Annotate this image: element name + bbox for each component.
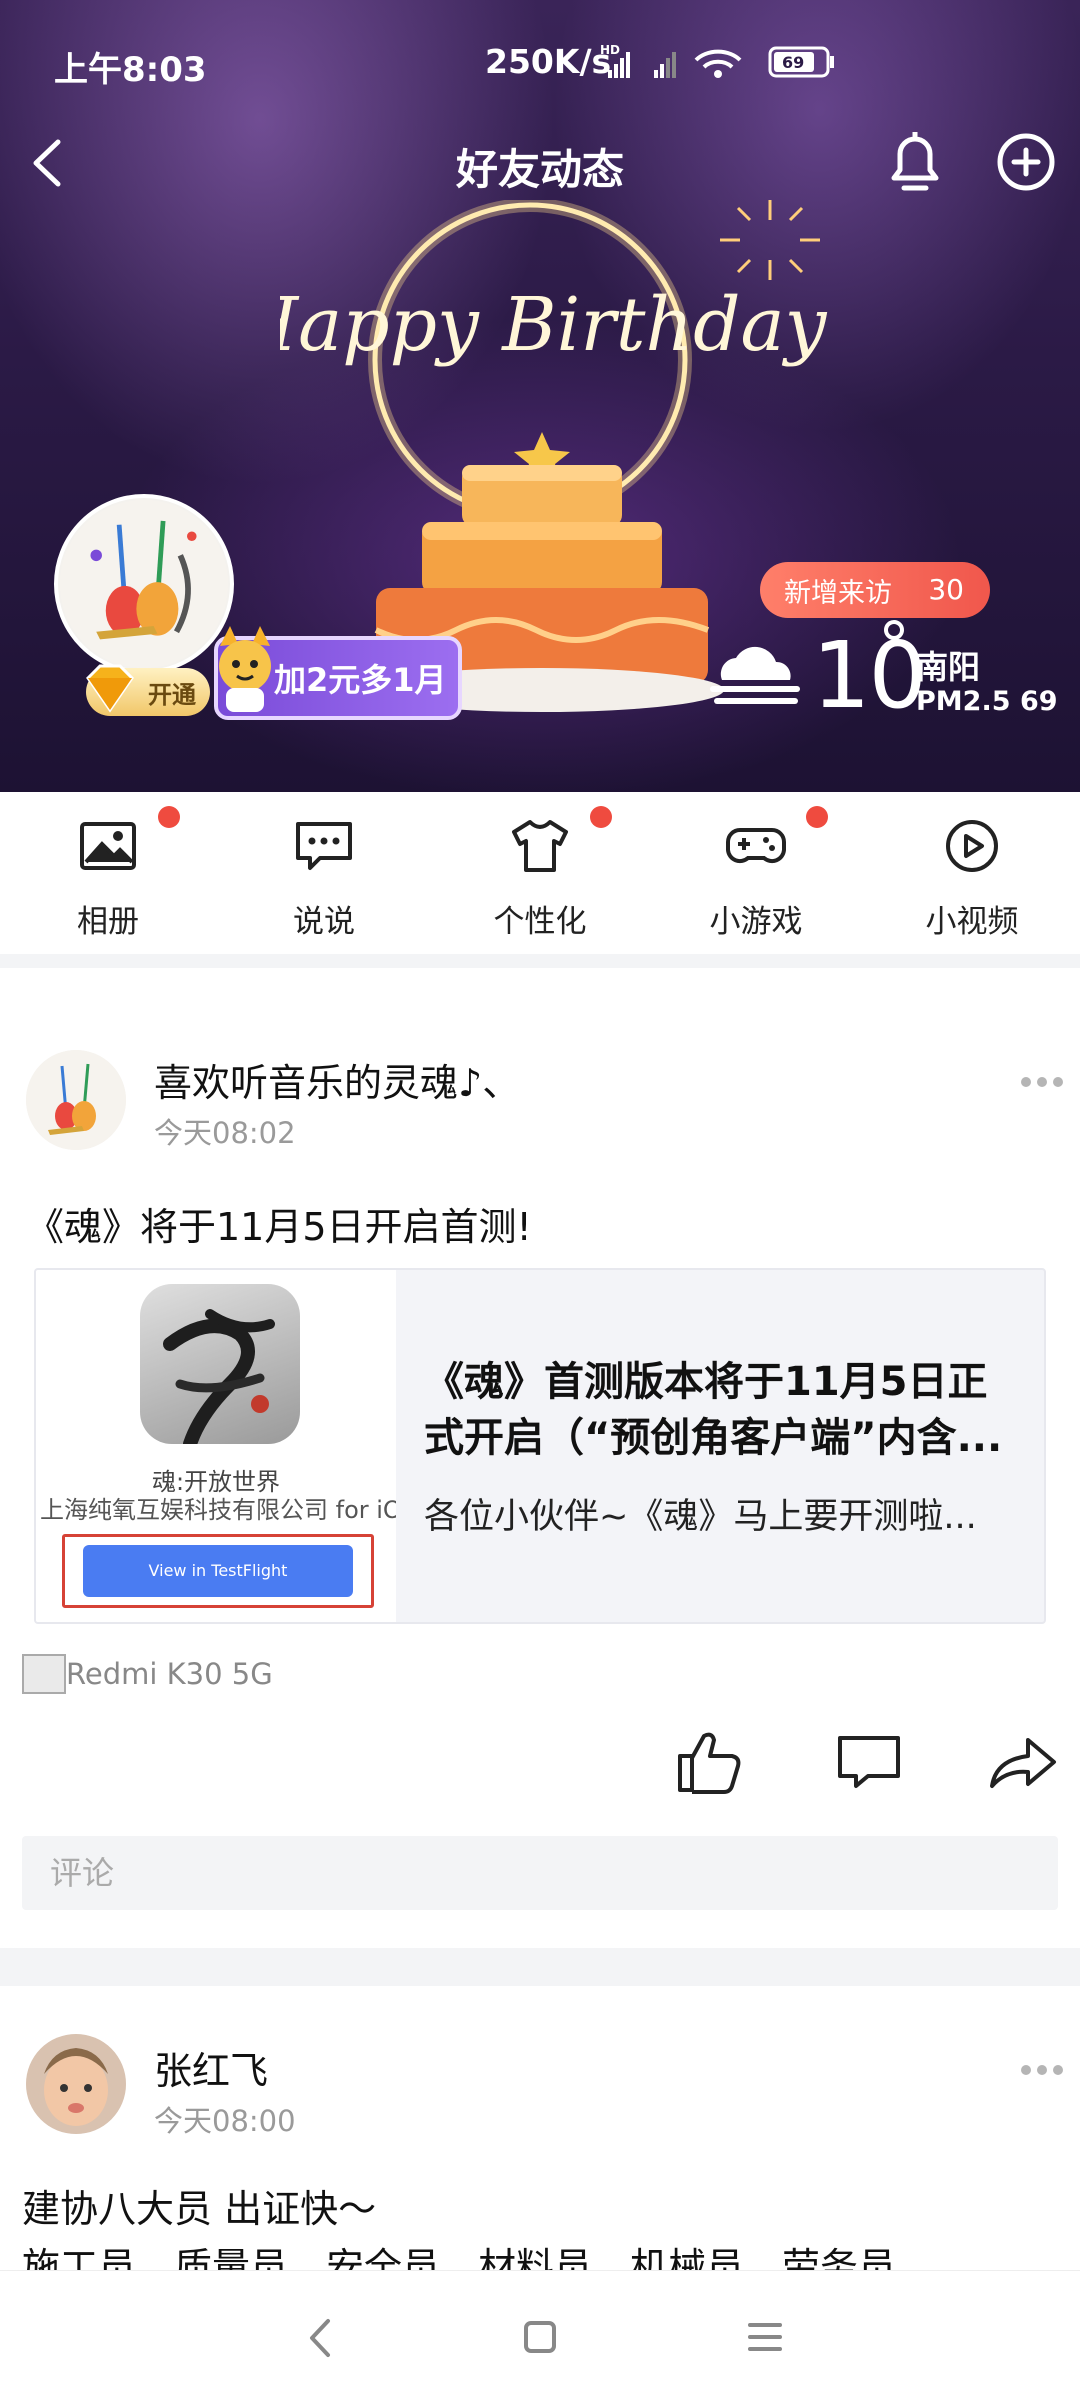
chat-bubble-icon bbox=[296, 822, 352, 870]
add-icon[interactable] bbox=[990, 126, 1062, 198]
quick-nav-games-label: 小游戏 bbox=[709, 904, 803, 940]
quick-nav-personalize[interactable]: 个性化 bbox=[432, 792, 648, 954]
highlight-frame: View in TestFlight bbox=[62, 1534, 374, 1608]
photo-icon bbox=[80, 822, 136, 870]
app-icon bbox=[140, 1284, 300, 1444]
page-title: 好友动态 bbox=[455, 145, 624, 194]
quick-nav-videos[interactable]: 小视频 bbox=[864, 792, 1080, 954]
status-time: 上午8:03 bbox=[54, 50, 207, 90]
quick-nav-videos-label: 小视频 bbox=[925, 904, 1019, 940]
bell-icon[interactable] bbox=[880, 124, 950, 200]
battery-level: 69 bbox=[782, 53, 804, 72]
quick-nav-album-label: 相册 bbox=[77, 904, 139, 940]
weather-temperature: 10 bbox=[812, 622, 927, 729]
like-icon[interactable] bbox=[676, 1728, 744, 1794]
music-instruments-icon bbox=[59, 499, 229, 669]
quick-nav-personalize-label: 个性化 bbox=[493, 904, 587, 940]
status-bar: 上午8:03 250K/s HD 69 bbox=[0, 0, 1080, 120]
quick-nav: 相册 说说 个性化 小游戏 小视频 bbox=[0, 792, 1080, 954]
more-icon[interactable] bbox=[1020, 1072, 1064, 1092]
post-author[interactable]: 张红飞 bbox=[154, 2040, 268, 2095]
quick-nav-games[interactable]: 小游戏 bbox=[648, 792, 864, 954]
device-image-icon bbox=[22, 1654, 66, 1694]
profile-avatar[interactable] bbox=[54, 494, 234, 674]
device-label: Redmi K30 5G bbox=[66, 1657, 273, 1691]
app-company: 上海纯氧互娱科技有限公司 for iOS bbox=[40, 1496, 396, 1524]
feed-post: 张红飞 今天08:00 建协八大员 出证快～ 施工员、质量员、安全员、材料员、机… bbox=[0, 1986, 1080, 2270]
section-divider bbox=[0, 1948, 1080, 1986]
section-divider bbox=[0, 954, 1080, 968]
weather-aqi: 69 bbox=[1020, 686, 1058, 717]
comment-input[interactable]: 评论 bbox=[22, 1836, 1058, 1910]
back-icon[interactable] bbox=[18, 128, 78, 198]
cloud-weather-icon bbox=[710, 646, 800, 704]
baby-photo-icon bbox=[26, 2034, 126, 2134]
post-time: 今天08:00 bbox=[154, 2104, 296, 2138]
promo-label: 加2元多1月 bbox=[274, 661, 447, 699]
mascot-icon bbox=[219, 626, 271, 712]
svg-text:HD: HD bbox=[600, 43, 620, 57]
birthday-text: Happy Birthday bbox=[280, 282, 828, 368]
album-badge bbox=[158, 806, 180, 828]
shared-link-description: 各位小伙伴~《魂》马上要开测啦... bbox=[424, 1497, 977, 1537]
shared-link-title-line2: 式开启（“预创角客户端”内含... bbox=[424, 1415, 1003, 1461]
post-text-line1: 建协八大员 出证快～ bbox=[22, 2187, 377, 2231]
more-icon[interactable] bbox=[1020, 2060, 1064, 2080]
shared-link-thumbnail: 魂:开放世界 上海纯氧互娱科技有限公司 for iOS View in Test… bbox=[36, 1270, 396, 1622]
visitors-count: 30 bbox=[928, 573, 964, 606]
device-info: Redmi K30 5G bbox=[22, 1652, 273, 1696]
post-time: 今天08:02 bbox=[154, 1116, 296, 1150]
quick-nav-album[interactable]: 相册 bbox=[0, 792, 216, 954]
post-text-line2: 施工员、质量员、安全员、材料员、机械员、劳务员、 bbox=[22, 2245, 935, 2270]
system-menu-icon[interactable] bbox=[746, 2319, 784, 2355]
header-banner: 上午8:03 250K/s HD 69 好友动态 Happy Birthday … bbox=[0, 0, 1080, 792]
comment-icon[interactable] bbox=[836, 1734, 902, 1790]
post-avatar[interactable] bbox=[26, 2034, 126, 2134]
gamepad-icon bbox=[726, 828, 786, 864]
network-speed: 250K/s bbox=[485, 42, 612, 81]
vip-label: 开通 bbox=[148, 680, 196, 709]
shared-link-title: 《魂》首测版本将于11月5日正 式开启（“预创角客户端”内含... bbox=[424, 1354, 1024, 1466]
shared-link-card[interactable]: 魂:开放世界 上海纯氧互娱科技有限公司 for iOS View in Test… bbox=[34, 1268, 1046, 1624]
music-instruments-icon bbox=[26, 1050, 126, 1150]
visitors-label: 新增来访 bbox=[784, 577, 892, 609]
post-text: 《魂》将于11月5日开启首测! bbox=[26, 1205, 532, 1249]
quick-nav-shuoshuo-label: 说说 bbox=[293, 904, 355, 940]
system-navigation-bar bbox=[0, 2270, 1080, 2400]
personalize-badge bbox=[590, 806, 612, 828]
play-circle-icon bbox=[946, 820, 998, 872]
testflight-button: View in TestFlight bbox=[83, 1545, 353, 1597]
share-icon[interactable] bbox=[988, 1736, 1058, 1790]
tshirt-icon bbox=[512, 820, 568, 872]
post-avatar[interactable] bbox=[26, 1050, 126, 1150]
status-icons: HD 69 bbox=[600, 43, 834, 78]
shared-link-title-line1: 《魂》首测版本将于11月5日正 bbox=[424, 1359, 988, 1405]
diamond-icon bbox=[86, 664, 134, 713]
weather-pm-label: PM2.5 bbox=[916, 686, 1011, 717]
games-badge bbox=[806, 806, 828, 828]
quick-nav-shuoshuo[interactable]: 说说 bbox=[216, 792, 432, 954]
degree-icon bbox=[884, 620, 904, 640]
weather-city: 南阳 bbox=[916, 648, 981, 686]
new-visitors-badge[interactable]: 新增来访 30 bbox=[760, 562, 990, 618]
system-back-icon[interactable] bbox=[302, 2315, 338, 2361]
post-author[interactable]: 喜欢听音乐的灵魂♪、 bbox=[154, 1052, 520, 1107]
system-home-icon[interactable] bbox=[522, 2319, 558, 2355]
calligraphy-icon bbox=[163, 1309, 275, 1444]
